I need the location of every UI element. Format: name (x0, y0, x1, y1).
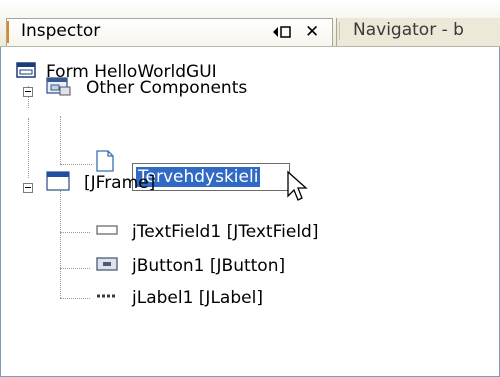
collapse-icon[interactable] (23, 183, 33, 193)
tree-node-jtextfield1[interactable]: jTextField1 [JTextField] (96, 220, 318, 244)
label-icon (96, 288, 118, 308)
tree-node-jframe[interactable]: [JFrame] (46, 170, 156, 197)
tab-inspector[interactable]: Inspector ✕ (6, 18, 333, 46)
tab-navigator[interactable]: Navigator - b (336, 18, 500, 46)
frame-icon (46, 170, 70, 197)
tree-node-jframe-label: [JFrame] (84, 173, 156, 193)
tree-node-jbutton1[interactable]: jButton1 [JButton] (96, 254, 285, 278)
button-icon (96, 256, 118, 277)
component-tree-lower: [JFrame] jTextField1 [JTextField] jButto… (0, 46, 500, 377)
tab-navigator-label: Navigator - b (353, 20, 464, 40)
tree-node-jlabel1-label: jLabel1 [JLabel] (132, 288, 263, 308)
close-icon[interactable]: ✕ (305, 22, 319, 42)
tab-inspector-label: Inspector (21, 21, 101, 41)
tree-node-jbutton1-label: jButton1 [JButton] (132, 256, 286, 276)
tree-node-jlabel1[interactable]: jLabel1 [JLabel] (96, 286, 263, 310)
tab-strip: Inspector ✕ Navigator - b (0, 0, 500, 47)
minimize-window-icon[interactable] (272, 22, 294, 42)
tree-node-jtextfield1-label: jTextField1 [JTextField] (132, 222, 319, 242)
textfield-icon (96, 222, 118, 242)
